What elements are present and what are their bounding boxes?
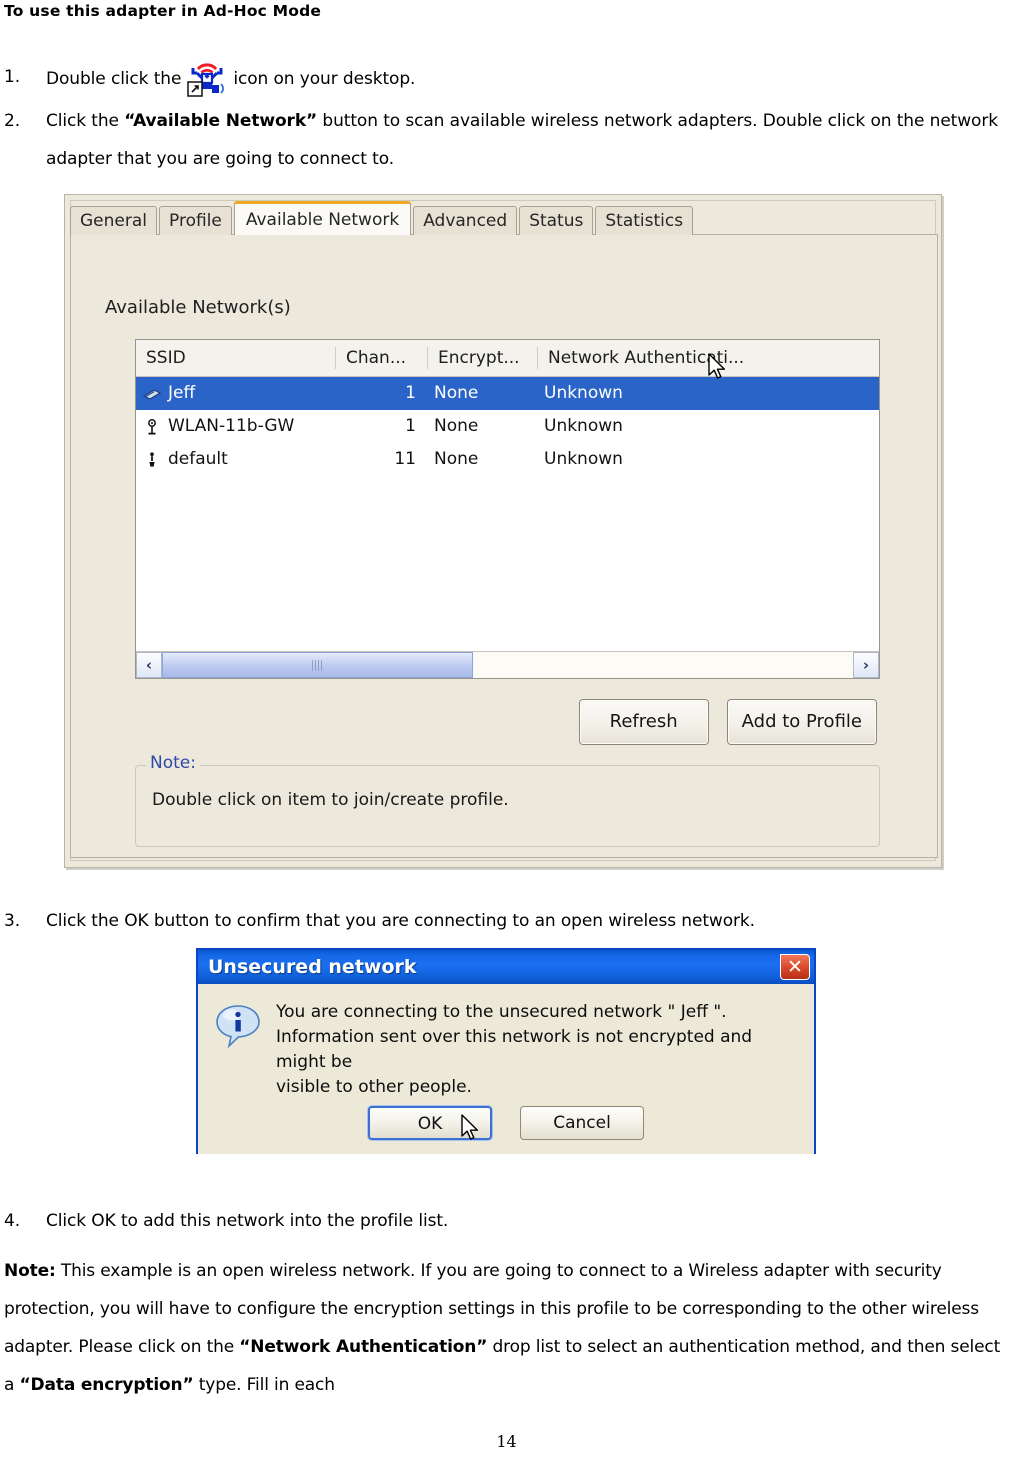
dialog-body: You are connecting to the unsecured netw… bbox=[198, 984, 814, 1154]
note-text-part3: type. Fill in each bbox=[193, 1375, 335, 1395]
list-header-row: SSID Chan... Encrypt... Network Authenti… bbox=[136, 340, 879, 377]
step-4-number: 4. bbox=[4, 1211, 21, 1231]
tab-available-network[interactable]: Available Network bbox=[233, 201, 412, 235]
dialog-button-row: OK Cancel bbox=[198, 1106, 814, 1140]
table-row[interactable]: Jeff 1 None Unknown bbox=[136, 377, 879, 410]
ok-button[interactable]: OK bbox=[368, 1106, 492, 1140]
scroll-right-arrow-icon[interactable]: › bbox=[853, 652, 879, 678]
cell-authentication: Unknown bbox=[544, 383, 623, 403]
table-row[interactable]: default 11 None Unknown bbox=[136, 443, 879, 476]
step-3-number: 3. bbox=[4, 911, 21, 931]
note-group-box: Note: Double click on item to join/creat… bbox=[135, 753, 880, 847]
step-2-body: Click the “Available Network” button to … bbox=[46, 102, 1004, 178]
dialog-message-line-1: You are connecting to the unsecured netw… bbox=[276, 1002, 727, 1022]
step-1: 1. Double click the icon on your desktop… bbox=[4, 58, 984, 98]
cell-channel: 1 bbox=[405, 416, 416, 436]
cell-ssid: Jeff bbox=[136, 377, 336, 410]
unsecured-network-dialog[interactable]: Unsecured network ✕ You are connecting t… bbox=[196, 948, 816, 1154]
step-2-number: 2. bbox=[4, 111, 21, 131]
available-network-panel: Available Network(s) SSID Chan... Encryp… bbox=[70, 234, 938, 858]
tab-statistics[interactable]: Statistics bbox=[595, 206, 694, 235]
cell-encryption: None bbox=[434, 383, 479, 403]
cell-ssid-text: default bbox=[168, 449, 228, 469]
wireless-utility-window[interactable]: General Profile Available Network Advanc… bbox=[64, 194, 942, 868]
access-point-icon bbox=[142, 417, 162, 437]
cell-ssid: default bbox=[136, 443, 336, 476]
info-balloon-icon bbox=[214, 1002, 262, 1050]
note-group-title: Note: bbox=[146, 753, 200, 773]
step-2-text-part1: Click the bbox=[46, 111, 125, 131]
action-button-row: Refresh Add to Profile bbox=[71, 699, 937, 745]
available-networks-label: Available Network(s) bbox=[105, 297, 291, 318]
horizontal-scrollbar[interactable]: ‹ › bbox=[136, 651, 879, 678]
step-1-text-before: Double click the bbox=[46, 69, 182, 89]
tab-advanced[interactable]: Advanced bbox=[413, 206, 518, 235]
page-number: 14 bbox=[496, 1432, 517, 1451]
step-4: 4. Click OK to add this network into the… bbox=[4, 1202, 1004, 1240]
column-header-ssid[interactable]: SSID bbox=[136, 347, 336, 369]
note-group-text: Double click on item to join/create prof… bbox=[152, 790, 509, 810]
cell-ssid-text: Jeff bbox=[168, 383, 196, 403]
dialog-message-line-3: visible to other people. bbox=[276, 1077, 472, 1097]
tab-strip[interactable]: General Profile Available Network Advanc… bbox=[70, 201, 938, 235]
scrollbar-grip-icon bbox=[312, 659, 323, 671]
scrollbar-track[interactable] bbox=[162, 652, 853, 678]
cell-encryption: None bbox=[434, 449, 479, 469]
wireless-adapter-shortcut-icon bbox=[185, 58, 229, 98]
refresh-button[interactable]: Refresh bbox=[578, 699, 709, 745]
close-icon[interactable]: ✕ bbox=[780, 954, 810, 980]
cell-channel: 1 bbox=[405, 383, 416, 403]
note-label: Note: bbox=[4, 1261, 56, 1281]
step-1-number: 1. bbox=[4, 67, 21, 87]
scrollbar-thumb[interactable] bbox=[162, 652, 473, 678]
note-bold-data-encryption: “Data encryption” bbox=[19, 1375, 194, 1395]
cell-authentication: Unknown bbox=[544, 416, 623, 436]
page-heading: To use this adapter in Ad-Hoc Mode bbox=[4, 2, 322, 20]
step-3-text: Click the OK button to confirm that you … bbox=[46, 911, 755, 931]
manual-page: To use this adapter in Ad-Hoc Mode 1. Do… bbox=[0, 0, 1013, 1468]
cell-ssid: WLAN-11b-GW bbox=[136, 410, 336, 443]
column-header-channel[interactable]: Chan... bbox=[336, 347, 428, 369]
dialog-title-bar[interactable]: Unsecured network ✕ bbox=[198, 950, 814, 984]
add-to-profile-button[interactable]: Add to Profile bbox=[726, 699, 877, 745]
cancel-button[interactable]: Cancel bbox=[520, 1106, 644, 1140]
dialog-message-line-2: Information sent over this network is no… bbox=[276, 1027, 753, 1072]
tower-icon bbox=[142, 450, 162, 470]
column-header-encryption[interactable]: Encrypt... bbox=[428, 347, 538, 369]
available-networks-list[interactable]: SSID Chan... Encrypt... Network Authenti… bbox=[135, 339, 880, 679]
scroll-left-arrow-icon[interactable]: ‹ bbox=[136, 652, 162, 678]
step-3: 3. Click the OK button to confirm that y… bbox=[4, 902, 1004, 940]
dialog-message: You are connecting to the unsecured netw… bbox=[276, 1000, 786, 1100]
step-2: 2. Click the “Available Network” button … bbox=[4, 102, 1004, 178]
note-bold-network-authentication: “Network Authentication” bbox=[239, 1337, 488, 1357]
adhoc-card-icon bbox=[142, 384, 162, 404]
tab-general[interactable]: General bbox=[70, 206, 157, 235]
dialog-title: Unsecured network bbox=[208, 956, 417, 978]
tab-status[interactable]: Status bbox=[519, 206, 594, 235]
note-paragraph: Note: This example is an open wireless n… bbox=[4, 1252, 1013, 1404]
cell-authentication: Unknown bbox=[544, 449, 623, 469]
cell-ssid-text: WLAN-11b-GW bbox=[168, 416, 295, 436]
column-header-network-authentication[interactable]: Network Authenticati... bbox=[538, 347, 868, 369]
tab-profile[interactable]: Profile bbox=[159, 206, 232, 235]
step-2-bold-available-network: “Available Network” bbox=[124, 111, 318, 131]
step-4-text: Click OK to add this network into the pr… bbox=[46, 1211, 449, 1231]
table-row[interactable]: WLAN-11b-GW 1 None Unknown bbox=[136, 410, 879, 443]
step-1-text-after: icon on your desktop. bbox=[233, 69, 416, 89]
step-1-body: Double click the icon on your desktop. bbox=[46, 58, 984, 98]
cell-encryption: None bbox=[434, 416, 479, 436]
cell-channel: 11 bbox=[394, 449, 416, 469]
